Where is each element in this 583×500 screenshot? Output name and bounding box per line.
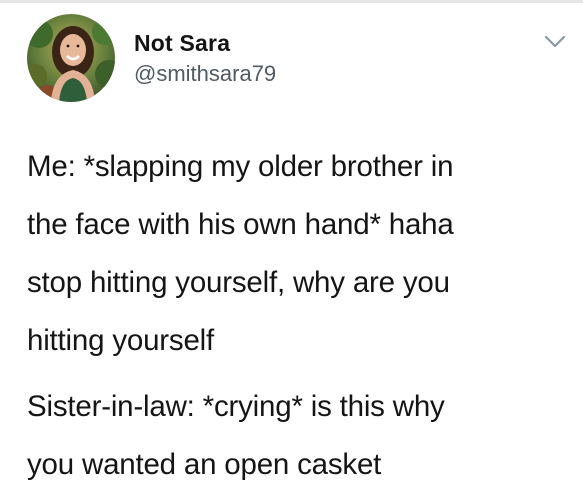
chevron-down-icon [544,35,566,48]
display-name[interactable]: Not Sara [134,30,230,57]
tweet-line: you wanted an open casket [27,448,382,481]
tweet-menu-button[interactable] [542,32,568,52]
profile-photo-icon [27,14,115,102]
tweet-paragraph-2: Sister-in-law: *crying* is this why you … [27,378,577,494]
tweet-card: Not Sara @smithsara79 Me: *slapping my o… [0,0,583,500]
user-handle[interactable]: @smithsara79 [134,61,276,87]
tweet-line: stop hitting yourself, why are you [27,266,450,299]
tweet-line: hitting yourself [27,324,215,357]
avatar[interactable] [27,14,115,102]
tweet-line: Me: *slapping my older brother in [27,150,454,183]
tweet-paragraph-1: Me: *slapping my older brother in the fa… [27,138,577,370]
tweet-line: Sister-in-law: *crying* is this why [27,390,445,423]
tweet-line: the face with his own hand* haha [27,208,454,241]
